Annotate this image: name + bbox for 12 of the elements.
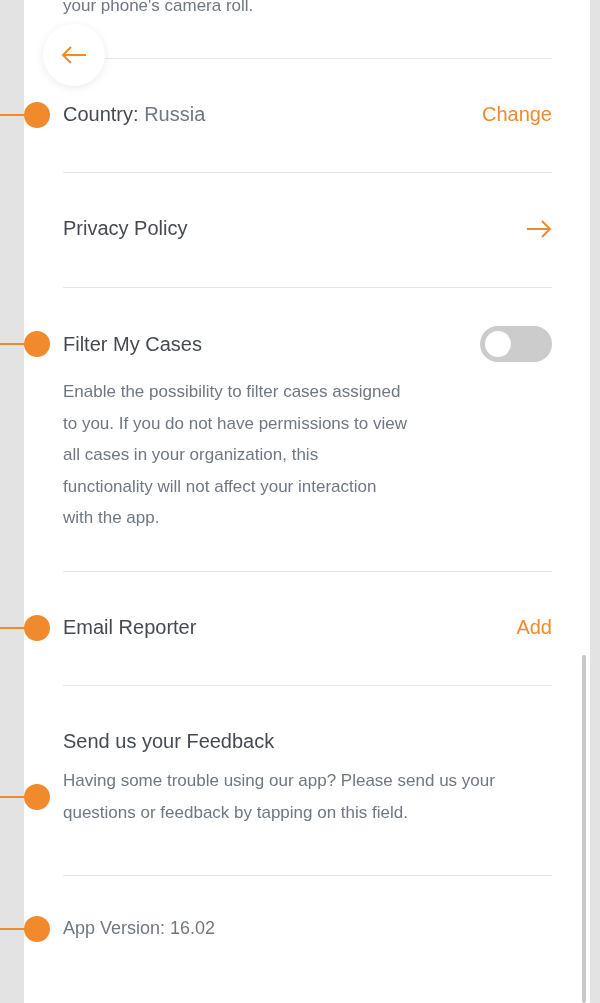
back-arrow-icon	[61, 46, 87, 64]
setting-title[interactable]: Send us your Feedback	[63, 730, 275, 753]
forward-arrow-icon[interactable]	[526, 219, 552, 238]
country-label: Country: Russia	[63, 103, 206, 126]
menu-item-label[interactable]: Privacy Policy	[63, 217, 188, 240]
toggle-switch[interactable]	[480, 326, 552, 362]
app-version-text: App Version: 16.02	[63, 918, 216, 939]
scrollbar[interactable]	[582, 655, 586, 1003]
description-text: Having some trouble using our app? Please send us your questions or feedback by tapping on this field.	[63, 765, 538, 828]
description-text: Enable the possibility to filter cases assigned to you. If you do not have permissions to view all cases in your organization, this functionality will not affect your interaction with the app.	[63, 381, 408, 529]
setting-title: Filter My Cases	[63, 332, 202, 356]
setting-title: Email Reporter	[63, 616, 197, 639]
